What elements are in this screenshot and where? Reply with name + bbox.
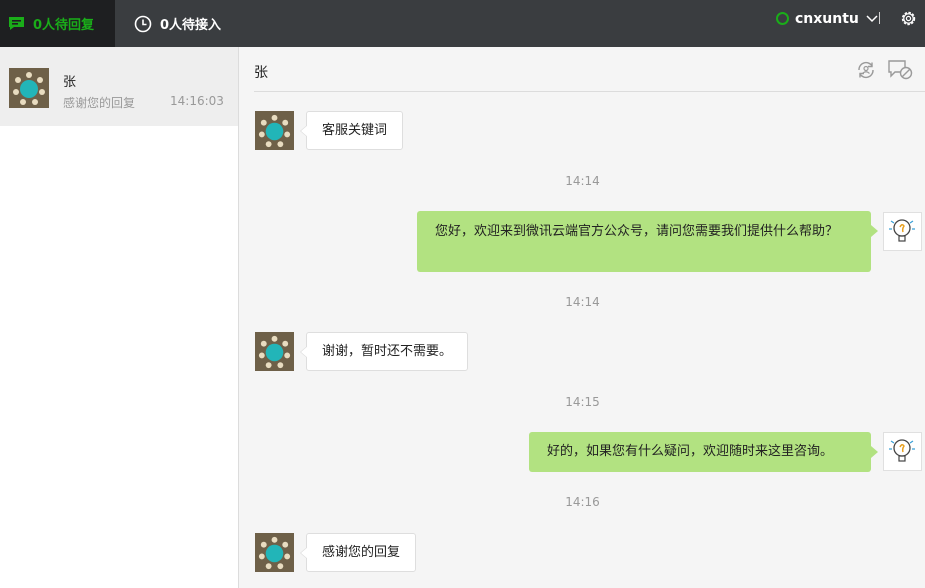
message-timestamp: 14:14 <box>565 295 600 309</box>
chat-panel: 张 客服关键词 14:14 您好，欢迎来到微讯云端官方公众号，请问您需要我们提供… <box>240 47 925 588</box>
message-bubble-received: 感谢您的回复 <box>299 533 417 572</box>
session-name: 张 <box>63 75 77 90</box>
session-preview: 感谢您的回复 <box>63 96 136 110</box>
account-name: cnxuntu <box>795 10 859 27</box>
redaction-mask <box>268 60 328 78</box>
customer-avatar <box>255 111 294 150</box>
clock-icon <box>134 15 152 32</box>
chat-bubble-icon <box>9 17 24 30</box>
message-timestamp: 14:16 <box>565 495 600 509</box>
end-session-icon[interactable] <box>887 59 913 81</box>
session-time: 14:16:03 <box>170 94 224 108</box>
session-item[interactable]: 张 感谢您的回复 14:16:03 <box>0 47 238 126</box>
transfer-icon[interactable] <box>856 60 876 80</box>
chat-header: 张 <box>254 47 925 92</box>
message-timestamp: 14:15 <box>565 395 600 409</box>
message-bubble-sent: 好的，如果您有什么疑问，欢迎随时来这里咨询。 <box>529 432 878 472</box>
chat-title: 张 <box>254 65 268 81</box>
message-bubble-received: 客服关键词 <box>299 111 404 150</box>
session-list: 张 感谢您的回复 14:16:03 <box>0 47 239 588</box>
avatar <box>9 68 49 108</box>
customer-avatar <box>255 332 294 371</box>
gear-icon[interactable] <box>899 9 918 28</box>
agent-avatar <box>883 432 922 471</box>
tab-pending-access-label: 0人待接入 <box>160 18 222 33</box>
message-timestamp: 14:14 <box>565 174 600 188</box>
chevron-down-icon <box>866 14 878 22</box>
tab-pending-reply-label: 0人待回复 <box>33 18 95 33</box>
message-bubble-sent: 您好，欢迎来到微讯云端官方公众号，请问您需要我们提供什么帮助？ <box>417 211 878 272</box>
message-bubble-received: 谢谢，暂时还不需要。 <box>299 332 469 371</box>
agent-avatar <box>883 212 922 251</box>
redaction-mask <box>80 69 124 87</box>
divider <box>879 12 880 24</box>
top-bar: 0人待回复 0人待接入 cnxuntu <box>0 0 925 47</box>
customer-avatar <box>255 533 294 572</box>
tab-pending-access[interactable]: 0人待接入 <box>134 0 221 47</box>
online-status-indicator <box>776 12 789 25</box>
tab-pending-reply[interactable]: 0人待回复 <box>0 0 115 47</box>
account-menu[interactable]: cnxuntu <box>776 0 878 37</box>
